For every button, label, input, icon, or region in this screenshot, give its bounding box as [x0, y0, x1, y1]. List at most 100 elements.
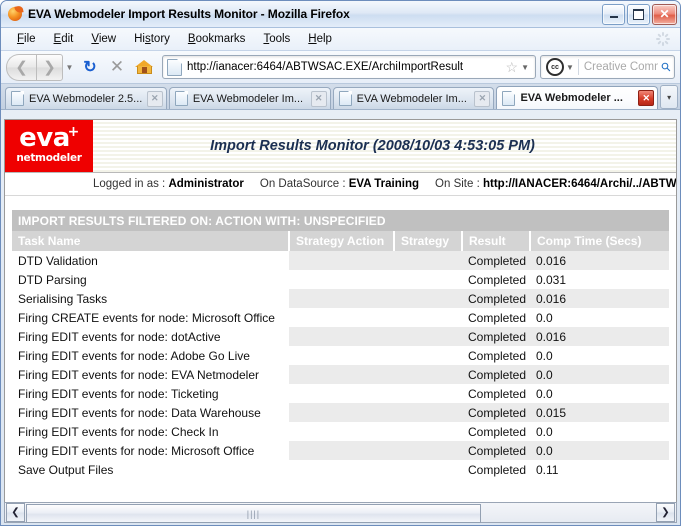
menu-tools[interactable]: Tools	[254, 31, 299, 47]
page-content: eva+ netmodeler Import Results Monitor (…	[4, 119, 677, 503]
cell-strategy-action	[289, 403, 394, 422]
tab-4-active[interactable]: EVA Webmodeler ... ✕	[496, 86, 658, 109]
cell-result: Completed	[462, 422, 530, 441]
cell-strategy-action	[289, 289, 394, 308]
site-label: On Site :	[435, 178, 480, 190]
table-row: Firing EDIT events for node: dotActiveCo…	[12, 327, 669, 346]
scrollbar-thumb[interactable]: ||||	[26, 504, 481, 523]
cell-strategy-action	[289, 422, 394, 441]
close-button[interactable]: ✕	[652, 4, 677, 25]
window-controls: ✕	[602, 4, 677, 25]
tab-1[interactable]: EVA Webmodeler 2.5... ✕	[5, 87, 167, 109]
datasource-value: EVA Training	[349, 178, 419, 190]
cell-comp-time: 0.0	[530, 308, 669, 327]
tab-3[interactable]: EVA Webmodeler Im... ✕	[333, 87, 495, 109]
menu-history[interactable]: History	[125, 31, 179, 47]
cell-task-name: DTD Parsing	[12, 270, 289, 289]
maximize-button[interactable]	[627, 4, 650, 25]
tab-label: EVA Webmodeler Im...	[193, 93, 311, 105]
horizontal-scrollbar[interactable]: ❮ |||| ❯	[4, 502, 677, 523]
session-status-bar: Logged in as : Administrator On DataSour…	[5, 173, 676, 196]
tab-close-icon[interactable]: ✕	[638, 90, 654, 106]
cell-task-name: Firing EDIT events for node: EVA Netmode…	[12, 365, 289, 384]
cell-task-name: Firing EDIT events for node: Ticketing	[12, 384, 289, 403]
cell-result: Completed	[462, 441, 530, 460]
tab-close-icon[interactable]: ✕	[311, 91, 327, 107]
cell-strategy	[394, 289, 462, 308]
site-value: http://IANACER:6464/Archi/../ABTW	[483, 178, 676, 190]
tab-favicon-icon	[11, 91, 24, 106]
url-bar[interactable]: http://ianacer:6464/ABTWSAC.EXE/ArchiImp…	[162, 55, 536, 79]
forward-button[interactable]: ❯	[36, 54, 63, 81]
cell-strategy	[394, 270, 462, 289]
back-button[interactable]: ❮	[6, 54, 36, 81]
search-engine-dropdown-icon[interactable]: ▼	[566, 63, 574, 72]
column-header-comp-time[interactable]: Comp Time (Secs)	[530, 231, 669, 251]
column-header-task-name[interactable]: Task Name	[12, 231, 289, 251]
table-row: Firing EDIT events for node: Data Wareho…	[12, 403, 669, 422]
table-row: Firing EDIT events for node: Adobe Go Li…	[12, 346, 669, 365]
table-row: Serialising TasksCompleted0.016	[12, 289, 669, 308]
cell-strategy	[394, 460, 462, 479]
cell-strategy-action	[289, 460, 394, 479]
cell-result: Completed	[462, 270, 530, 289]
search-icon[interactable]: ⚲	[655, 56, 675, 77]
cell-result: Completed	[462, 251, 530, 270]
cell-result: Completed	[462, 365, 530, 384]
search-bar[interactable]: cc ▼ Creative Comm ⚲	[540, 55, 675, 79]
table-row: DTD ParsingCompleted0.031	[12, 270, 669, 289]
tab-favicon-icon	[175, 91, 188, 106]
cell-task-name: Save Output Files	[12, 460, 289, 479]
cell-strategy-action	[289, 365, 394, 384]
scroll-left-button[interactable]: ❮	[6, 503, 25, 522]
menu-bookmarks[interactable]: Bookmarks	[179, 31, 255, 47]
cell-task-name: Firing EDIT events for node: dotActive	[12, 327, 289, 346]
cell-result: Completed	[462, 346, 530, 365]
url-dropdown-icon[interactable]: ▼	[521, 63, 529, 72]
scrollbar-track[interactable]: ||||	[26, 504, 655, 521]
cell-comp-time: 0.0	[530, 384, 669, 403]
cell-task-name: Firing CREATE events for node: Microsoft…	[12, 308, 289, 327]
table-header-row: Task Name Strategy Action Strategy Resul…	[12, 231, 669, 251]
home-button[interactable]	[131, 54, 157, 80]
cell-strategy-action	[289, 251, 394, 270]
cell-strategy	[394, 441, 462, 460]
tab-close-icon[interactable]: ✕	[147, 91, 163, 107]
cell-strategy	[394, 365, 462, 384]
menu-help[interactable]: Help	[299, 31, 341, 47]
history-dropdown-icon[interactable]: ▼	[63, 55, 76, 80]
scroll-right-button[interactable]: ❯	[656, 503, 675, 522]
site-status: On Site : http://IANACER:6464/Archi/../A…	[435, 178, 676, 190]
cell-task-name: Firing EDIT events for node: Check In	[12, 422, 289, 441]
menu-view[interactable]: View	[82, 31, 125, 47]
cell-strategy-action	[289, 270, 394, 289]
logo-wordmark: eva+	[19, 126, 79, 151]
cell-task-name: Firing EDIT events for node: Data Wareho…	[12, 403, 289, 422]
menu-edit[interactable]: Edit	[45, 31, 83, 47]
list-all-tabs-icon[interactable]: ▾	[660, 85, 678, 109]
cell-task-name: DTD Validation	[12, 251, 289, 270]
table-caption: IMPORT RESULTS FILTERED ON: ACTION WITH:…	[12, 210, 669, 231]
cell-strategy	[394, 251, 462, 270]
cell-comp-time: 0.016	[530, 289, 669, 308]
column-header-result[interactable]: Result	[462, 231, 530, 251]
column-header-strategy-action[interactable]: Strategy Action	[289, 231, 394, 251]
stop-button[interactable]: ✕	[104, 54, 130, 80]
cell-comp-time: 0.0	[530, 422, 669, 441]
cell-strategy	[394, 384, 462, 403]
tab-2[interactable]: EVA Webmodeler Im... ✕	[169, 87, 331, 109]
menu-file[interactable]: File	[8, 31, 45, 47]
creative-commons-icon[interactable]: cc	[546, 58, 564, 76]
logged-in-value: Administrator	[168, 178, 243, 190]
table-row: Firing EDIT events for node: EVA Netmode…	[12, 365, 669, 384]
page-title: Import Results Monitor (2008/10/03 4:53:…	[93, 120, 676, 172]
menu-bar: File Edit View History Bookmarks Tools H…	[1, 28, 680, 51]
search-input[interactable]: Creative Comm	[579, 61, 658, 73]
cell-comp-time: 0.0	[530, 365, 669, 384]
minimize-button[interactable]	[602, 4, 625, 25]
bookmark-star-icon[interactable]: ☆	[506, 60, 519, 74]
column-header-strategy[interactable]: Strategy	[394, 231, 462, 251]
tab-close-icon[interactable]: ✕	[474, 91, 490, 107]
reload-button[interactable]: ↻	[77, 54, 103, 80]
tab-bar: EVA Webmodeler 2.5... ✕ EVA Webmodeler I…	[1, 84, 680, 110]
